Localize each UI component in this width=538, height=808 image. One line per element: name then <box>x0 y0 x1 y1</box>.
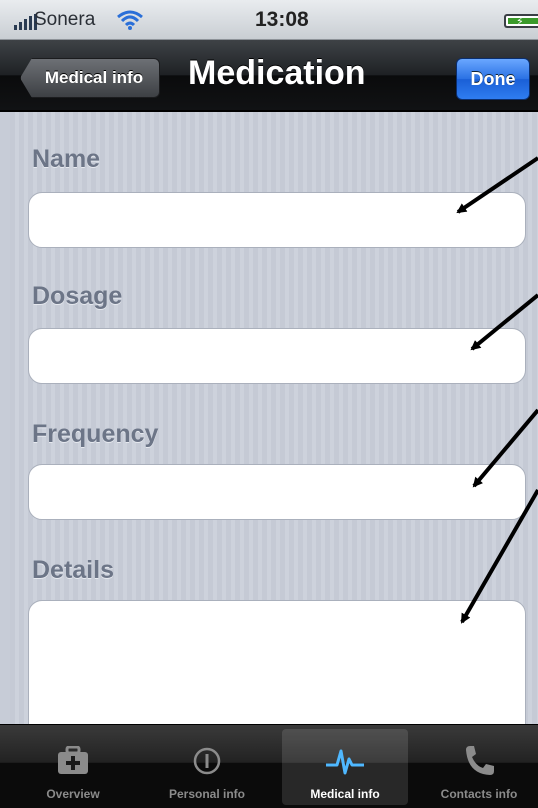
details-textarea[interactable] <box>28 600 526 740</box>
name-input[interactable] <box>28 192 526 248</box>
frequency-input[interactable] <box>28 464 526 520</box>
tab-medical-info[interactable]: Medical info <box>282 729 408 805</box>
tab-label: Medical info <box>310 787 380 801</box>
first-aid-kit-icon <box>53 743 93 779</box>
navigation-bar: Medical info Medication Done <box>0 40 538 112</box>
info-icon <box>187 743 227 779</box>
dosage-input[interactable] <box>28 328 526 384</box>
status-bar: Sonera 13:08 ⚡ <box>0 0 538 40</box>
tab-overview[interactable]: Overview <box>10 729 136 805</box>
frequency-label: Frequency <box>32 420 159 448</box>
carrier-name: Sonera <box>34 9 96 30</box>
back-button[interactable]: Medical info <box>20 58 160 98</box>
phone-icon <box>459 743 499 779</box>
tab-bar: Overview Personal info Medical info Cont… <box>0 724 538 808</box>
name-label: Name <box>32 145 101 173</box>
tab-personal-info[interactable]: Personal info <box>144 729 270 805</box>
battery-icon: ⚡ <box>504 14 538 28</box>
tab-label: Overview <box>46 787 100 801</box>
heartbeat-icon <box>325 743 365 779</box>
status-time: 13:08 <box>255 8 309 31</box>
tab-label: Contacts info <box>440 787 518 801</box>
tab-label: Personal info <box>168 787 245 801</box>
wifi-icon <box>117 10 143 35</box>
done-button[interactable]: Done <box>456 58 530 100</box>
tab-contacts-info[interactable]: Contacts info <box>416 729 538 805</box>
page-title: Medication <box>188 54 366 92</box>
details-label: Details <box>32 556 114 584</box>
dosage-label: Dosage <box>32 282 123 310</box>
